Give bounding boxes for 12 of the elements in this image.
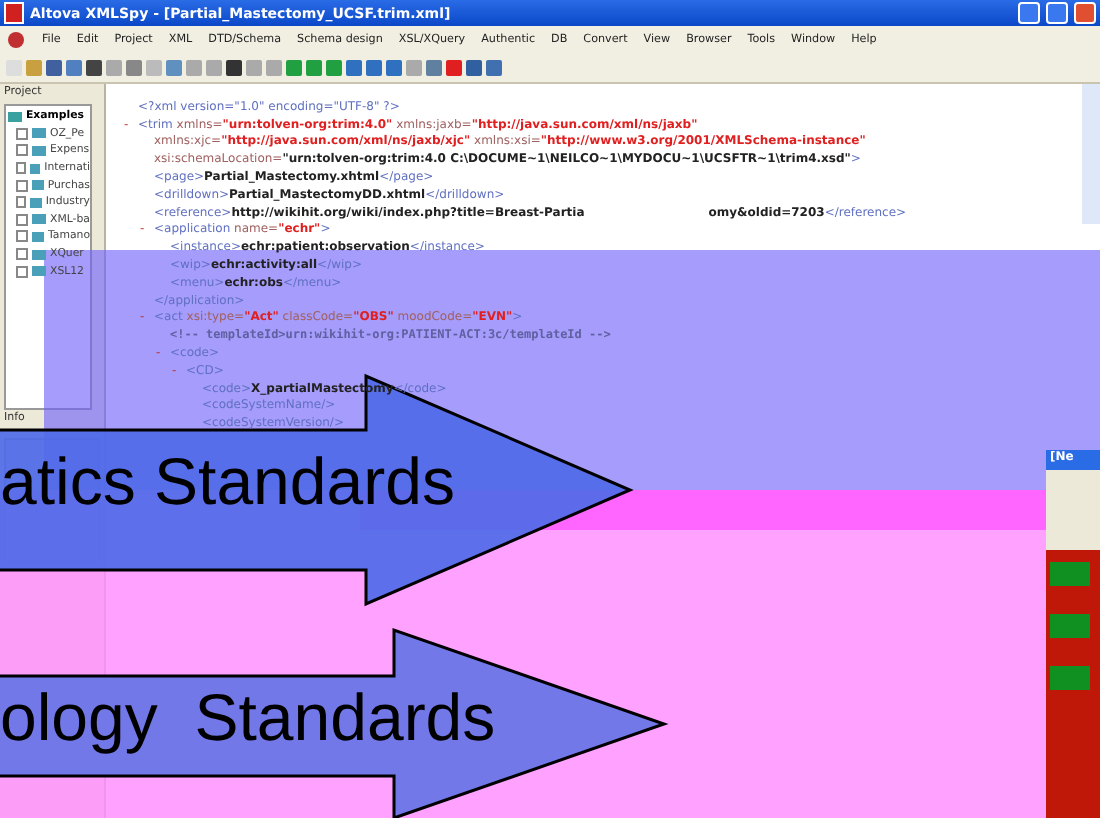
status-block [1050, 614, 1090, 638]
minimize-button[interactable] [1018, 2, 1040, 24]
status-block [1050, 562, 1090, 586]
document-icon [8, 32, 24, 48]
maximize-button[interactable] [1046, 2, 1068, 24]
status-block [1050, 666, 1090, 690]
close-button[interactable] [1074, 2, 1096, 24]
arrow-label: ology Standards [0, 684, 496, 750]
browser-toolbar [1046, 470, 1100, 550]
arrow-label: atics Standards [0, 448, 455, 514]
app-icon [4, 2, 24, 24]
scroll-bar[interactable] [1082, 84, 1100, 224]
